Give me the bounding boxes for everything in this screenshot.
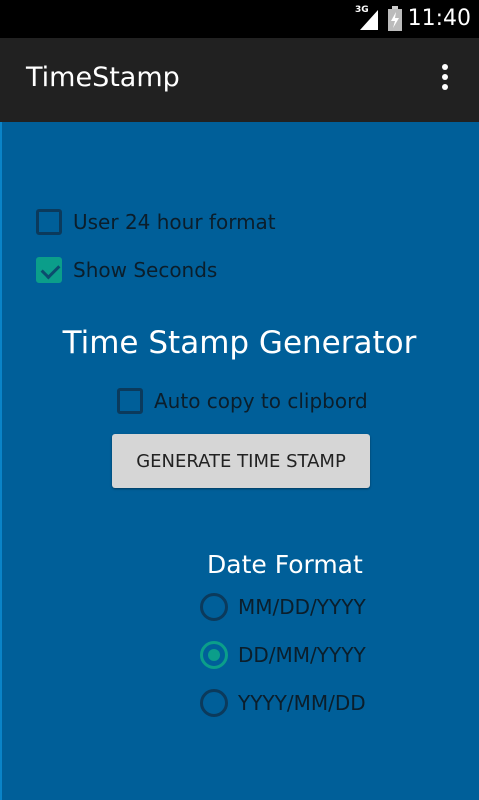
action-bar: TimeStamp xyxy=(0,38,479,122)
radio-dd-mm-yyyy[interactable] xyxy=(200,641,228,669)
show-seconds-label: Show Seconds xyxy=(73,258,218,282)
use-24-hour-checkbox[interactable] xyxy=(36,209,62,235)
status-bar: 3G 11:40 xyxy=(0,0,479,38)
content-edge xyxy=(0,122,2,800)
date-format-title: Date Format xyxy=(207,550,363,579)
status-time: 11:40 xyxy=(407,6,471,31)
generate-time-stamp-button[interactable]: GENERATE TIME STAMP xyxy=(112,434,370,488)
radio-label-yyyy-mm-dd: YYYY/MM/DD xyxy=(238,691,366,715)
radio-label-mm-dd-yyyy: MM/DD/YYYY xyxy=(238,595,366,619)
overflow-menu-icon[interactable] xyxy=(430,64,460,96)
auto-copy-label: Auto copy to clipbord xyxy=(154,389,368,413)
use-24-hour-label: User 24 hour format xyxy=(73,210,276,234)
radio-mm-dd-yyyy[interactable] xyxy=(200,593,228,621)
auto-copy-checkbox[interactable] xyxy=(117,388,143,414)
show-seconds-checkbox[interactable] xyxy=(36,257,62,283)
app-title: TimeStamp xyxy=(26,62,180,93)
radio-label-dd-mm-yyyy: DD/MM/YYYY xyxy=(238,643,366,667)
battery-icon xyxy=(388,6,402,31)
generator-heading: Time Stamp Generator xyxy=(62,325,417,361)
signal-icon xyxy=(360,10,378,30)
radio-yyyy-mm-dd[interactable] xyxy=(200,689,228,717)
